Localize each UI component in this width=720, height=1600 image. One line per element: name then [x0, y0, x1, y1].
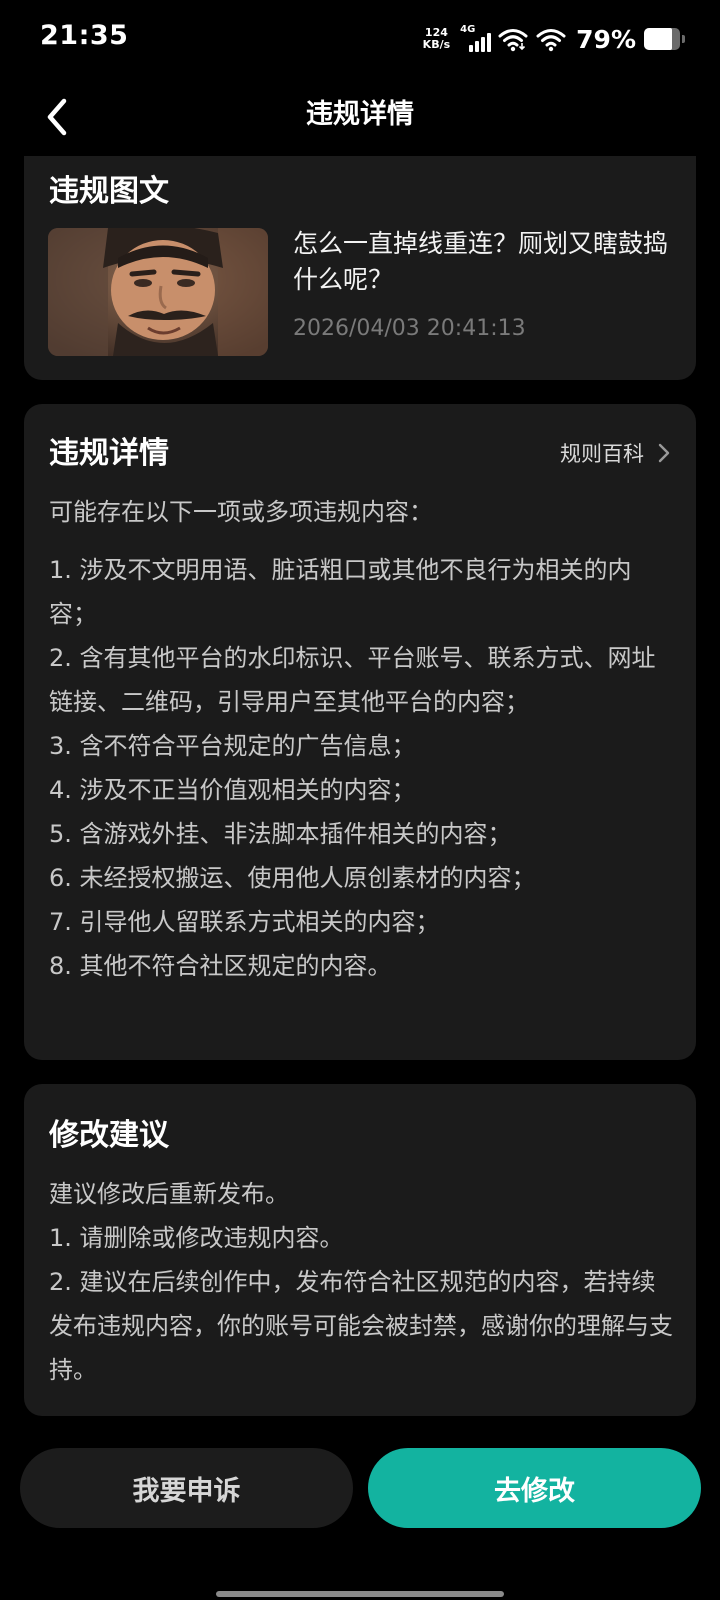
violation-item: 1. 涉及不文明用语、脏话粗口或其他不良行为相关的内容；	[49, 556, 632, 628]
status-time: 21:35	[40, 20, 129, 51]
status-bar: 21:35 124 KB/s 4G 79%	[0, 0, 720, 78]
violation-item: 2. 含有其他平台的水印标识、平台账号、联系方式、网址链接、二维码，引导用户至其…	[49, 644, 656, 716]
post-timestamp: 2026/04/03 20:41:13	[293, 316, 526, 341]
nav-bar: 违规详情	[0, 78, 720, 156]
violation-item: 3. 含不符合平台规定的广告信息；	[49, 732, 416, 760]
violation-details-card: 违规详情 规则百科 可能存在以下一项或多项违规内容： 1. 涉及不文明用语、脏话…	[24, 404, 696, 1060]
signal-icon: 4G	[460, 24, 492, 52]
portrait-image	[48, 228, 268, 356]
rules-wiki-label: 规则百科	[560, 442, 644, 466]
post-thumbnail[interactable]	[48, 228, 268, 356]
violation-item: 7. 引导他人留联系方式相关的内容；	[49, 908, 440, 936]
net-speed: 124 KB/s	[423, 27, 450, 51]
net-speed-unit: KB/s	[422, 38, 451, 51]
advice-text: 建议修改后重新发布。 1. 请删除或修改违规内容。 2. 建议在后续创作中，发布…	[49, 1172, 674, 1392]
battery-icon	[644, 28, 685, 50]
wifi-icon	[498, 29, 528, 52]
advice-line: 2. 建议在后续创作中，发布符合社区规范的内容，若持续发布违规内容，你的账号可能…	[49, 1268, 673, 1384]
appeal-button[interactable]: 我要申诉	[20, 1448, 353, 1528]
modify-button[interactable]: 去修改	[368, 1448, 701, 1528]
violation-list: 可能存在以下一项或多项违规内容： 1. 涉及不文明用语、脏话粗口或其他不良行为相…	[49, 490, 674, 988]
violation-intro: 可能存在以下一项或多项违规内容：	[49, 498, 433, 526]
violation-item: 8. 其他不符合社区规定的内容。	[49, 952, 392, 980]
violation-item: 6. 未经授权搬运、使用他人原创素材的内容；	[49, 864, 536, 892]
chevron-right-icon	[658, 443, 670, 463]
wifi-icon	[536, 29, 566, 52]
violation-item: 4. 涉及不正当价值观相关的内容；	[49, 776, 416, 804]
battery-percent: 79%	[576, 24, 636, 54]
modification-advice-card: 修改建议 建议修改后重新发布。 1. 请删除或修改违规内容。 2. 建议在后续创…	[24, 1084, 696, 1416]
advice-line: 1. 请删除或修改违规内容。	[49, 1224, 344, 1252]
violation-item: 5. 含游戏外挂、非法脚本插件相关的内容；	[49, 820, 512, 848]
advice-heading: 修改建议	[49, 1118, 169, 1153]
violating-post-card[interactable]: 违规图文 怎么一直掉线重连？厕划又瞎鼓捣什么呢？ 2026/04/03 20:4…	[24, 156, 696, 380]
post-title[interactable]: 怎么一直掉线重连？厕划又瞎鼓捣什么呢？	[293, 226, 673, 298]
home-indicator[interactable]	[216, 1591, 504, 1597]
advice-line: 建议修改后重新发布。	[49, 1180, 289, 1208]
violation-detail-screen: 21:35 124 KB/s 4G 79% 违规详情 违规图文 怎么一直掉线重连…	[0, 0, 720, 1600]
battery-fill	[644, 28, 673, 50]
status-icons: 124 KB/s 4G 79%	[423, 22, 685, 56]
details-heading: 违规详情	[49, 436, 169, 471]
page-title: 违规详情	[306, 99, 414, 130]
post-card-heading: 违规图文	[49, 174, 169, 209]
rules-wiki-link[interactable]: 规则百科	[560, 438, 670, 468]
